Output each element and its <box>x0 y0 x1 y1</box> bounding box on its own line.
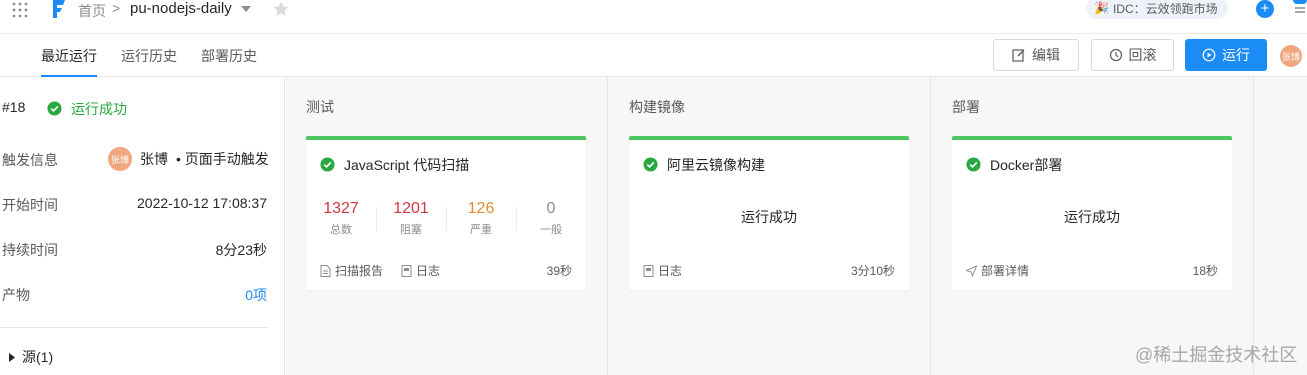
run-info-panel: #18 运行成功 触发信息 张博 张博 • 页面手动触发 开始时间 2022-1… <box>0 77 285 375</box>
notification-icon[interactable] <box>1291 0 1307 18</box>
success-check-icon <box>643 157 658 172</box>
log-icon <box>643 264 654 277</box>
send-icon <box>966 264 977 277</box>
start-time-value: 2022-10-12 17:08:37 <box>137 195 267 211</box>
trigger-user: 张博 <box>140 151 168 167</box>
duration-value: 8分23秒 <box>215 242 267 258</box>
source-toggle[interactable]: 源(1) <box>8 347 53 367</box>
history-icon <box>1109 48 1122 62</box>
user-avatar[interactable]: 张博 <box>1280 45 1302 67</box>
job-name: JavaScript 代码扫描 <box>344 157 470 173</box>
stage-title: 部署 <box>952 99 980 115</box>
run-button[interactable]: 运行 <box>1185 39 1267 71</box>
job-links: 扫描报告 日志 <box>320 262 454 279</box>
metric-critical[interactable]: 126 严重 <box>446 199 516 237</box>
run-status: 运行成功 <box>71 101 127 117</box>
metric-value: 126 <box>467 200 495 217</box>
create-button[interactable]: + <box>1256 0 1274 18</box>
project-name[interactable]: pu-nodejs-daily <box>130 0 232 17</box>
edit-button-label: 编辑 <box>1032 47 1060 63</box>
job-links: 日志 <box>643 262 696 279</box>
metric-label: 总数 <box>330 224 352 236</box>
stage-title: 构建镜像 <box>629 99 685 115</box>
scan-report-label: 扫描报告 <box>335 264 384 278</box>
metric-value: 0 <box>546 200 556 217</box>
top-bar: 首页 > pu-nodejs-daily 🎉 IDC：云效领跑市场 + <box>0 0 1307 34</box>
app-grid-icon[interactable] <box>12 2 28 18</box>
metric-label: 严重 <box>470 224 492 236</box>
trigger-info-label: 触发信息 <box>2 152 58 168</box>
job-result: 运行成功 <box>1064 209 1120 225</box>
source-label: 源(1) <box>22 349 54 365</box>
job-card-code-scan[interactable]: JavaScript 代码扫描 1327 总数 1201 阻塞 126 严重 0… <box>306 136 586 290</box>
log-label: 日志 <box>416 264 441 278</box>
job-duration: 18秒 <box>1192 264 1218 278</box>
job-links: 部署详情 <box>966 262 1043 279</box>
deploy-detail-label: 部署详情 <box>981 264 1030 278</box>
artifacts-link[interactable]: 0项 <box>245 285 267 305</box>
log-label: 日志 <box>658 264 683 278</box>
trigger-method: • 页面手动触发 <box>176 151 269 167</box>
job-duration: 39秒 <box>546 264 572 278</box>
breadcrumb-separator: > <box>112 0 121 16</box>
stage-build-image: 构建镜像 阿里云镜像构建 运行成功 日志 3分10秒 <box>609 77 931 375</box>
job-duration: 3分10秒 <box>850 264 895 278</box>
start-time-label: 开始时间 <box>2 197 58 213</box>
panel-divider <box>0 327 268 328</box>
rollback-button-label: 回滚 <box>1128 47 1157 63</box>
tab-run-history[interactable]: 运行历史 <box>121 46 177 66</box>
success-check-icon <box>47 101 62 116</box>
metric-label: 阻塞 <box>400 224 422 236</box>
party-emoji-icon: 🎉 <box>1094 1 1109 15</box>
flow-logo-icon[interactable] <box>50 0 66 20</box>
job-card-image-build[interactable]: 阿里云镜像构建 运行成功 日志 3分10秒 <box>629 136 909 290</box>
edit-button[interactable]: 编辑 <box>993 39 1079 71</box>
job-name: Docker部署 <box>990 157 1063 173</box>
caret-right-icon <box>9 352 15 362</box>
pipeline-stages: 测试 JavaScript 代码扫描 1327 总数 1201 阻塞 126 严… <box>286 77 1307 375</box>
stage-test: 测试 JavaScript 代码扫描 1327 总数 1201 阻塞 126 严… <box>286 77 608 375</box>
run-number: #18 <box>2 99 26 115</box>
run-button-label: 运行 <box>1222 47 1250 63</box>
idc-promo-text: IDC：云效领跑市场 <box>1112 1 1218 16</box>
play-icon <box>1202 48 1216 62</box>
metric-value: 1201 <box>393 200 429 217</box>
job-result: 运行成功 <box>741 209 797 225</box>
star-icon[interactable] <box>272 0 290 18</box>
rollback-button[interactable]: 回滚 <box>1091 39 1174 71</box>
metric-total[interactable]: 1327 总数 <box>306 199 376 237</box>
pipeline-tabs: 最近运行 运行历史 部署历史 编辑 回滚 运行 张博 <box>0 34 1307 77</box>
job-card-docker-deploy[interactable]: Docker部署 运行成功 部署详情 18秒 <box>952 136 1232 290</box>
scan-report-link[interactable]: 扫描报告 <box>320 262 383 279</box>
scan-metrics: 1327 总数 1201 阻塞 126 严重 0 一般 <box>306 199 586 239</box>
log-link[interactable]: 日志 <box>401 262 440 279</box>
metric-normal[interactable]: 0 一般 <box>516 199 586 237</box>
trigger-user-avatar: 张博 <box>108 147 132 171</box>
stage-title: 测试 <box>306 99 334 115</box>
metric-label: 一般 <box>540 224 562 236</box>
artifacts-label: 产物 <box>2 287 30 303</box>
success-check-icon <box>320 157 335 172</box>
metric-blocker[interactable]: 1201 阻塞 <box>376 199 446 237</box>
tab-deploy-history[interactable]: 部署历史 <box>201 46 257 66</box>
tab-recent-runs[interactable]: 最近运行 <box>41 46 97 66</box>
job-name: 阿里云镜像构建 <box>667 157 765 173</box>
deploy-detail-link[interactable]: 部署详情 <box>966 262 1029 279</box>
duration-label: 持续时间 <box>2 242 58 258</box>
success-check-icon <box>966 157 981 172</box>
log-link[interactable]: 日志 <box>643 262 682 279</box>
caret-down-icon[interactable] <box>241 5 251 13</box>
log-icon <box>401 264 412 277</box>
stage-deploy: 部署 Docker部署 运行成功 部署详情 18秒 <box>932 77 1254 375</box>
idc-promo-badge[interactable]: 🎉 IDC：云效领跑市场 <box>1086 0 1228 19</box>
document-icon <box>320 264 331 277</box>
edit-icon <box>1012 49 1025 62</box>
trigger-info: 张博 张博 • 页面手动触发 <box>108 147 269 171</box>
breadcrumb-home[interactable]: 首页 <box>78 1 106 21</box>
watermark: @稀土掘金技术社区 <box>1135 345 1298 365</box>
metric-value: 1327 <box>323 200 359 217</box>
